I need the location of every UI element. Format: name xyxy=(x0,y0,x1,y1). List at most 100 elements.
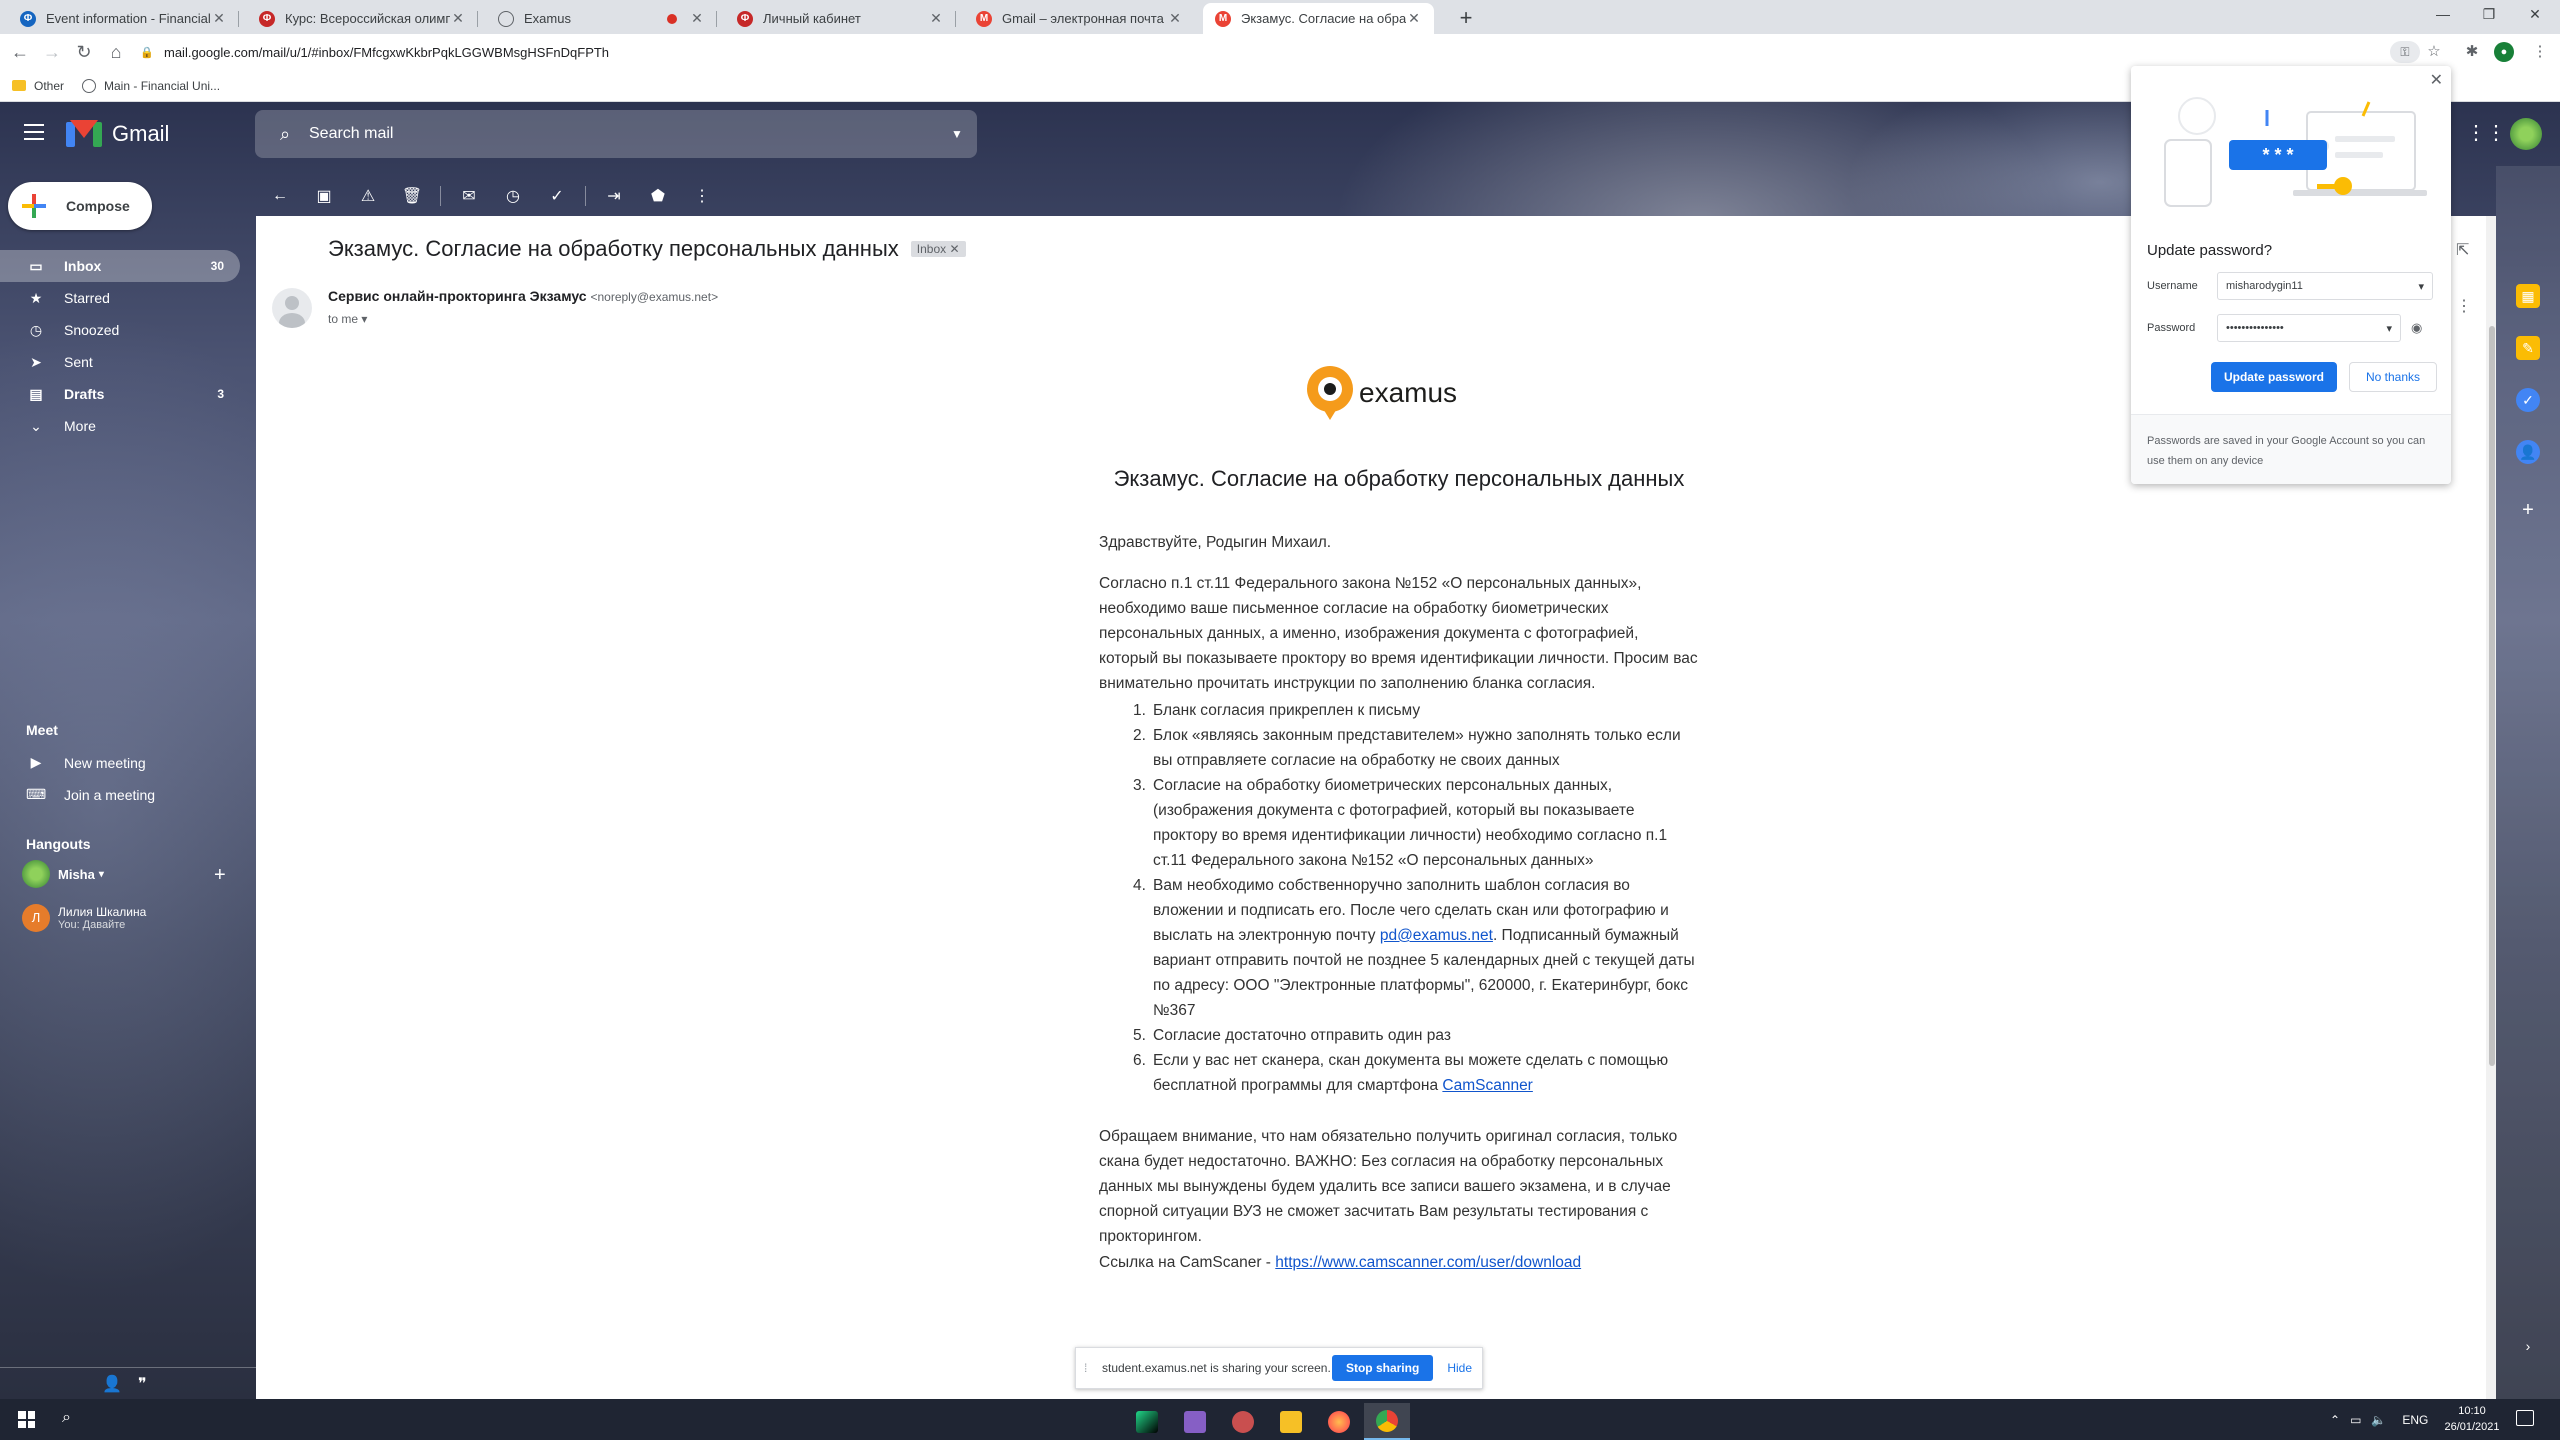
contacts-icon[interactable]: 👤 xyxy=(2516,440,2540,464)
label-icon[interactable]: ⬟ xyxy=(636,186,680,206)
menu-icon[interactable] xyxy=(24,124,44,145)
back-arrow-icon[interactable]: ← xyxy=(258,187,302,205)
apps-grid-icon[interactable]: ⋮⋮⋮ xyxy=(2466,120,2526,150)
minimize-button[interactable]: — xyxy=(2420,0,2466,28)
key-icon[interactable]: ⚿ xyxy=(2390,41,2420,63)
new-tab-button[interactable]: + xyxy=(1452,4,1480,32)
update-password-button[interactable]: Update password xyxy=(2211,362,2337,392)
keep-icon[interactable]: ✎ xyxy=(2516,336,2540,360)
eye-icon[interactable]: ◉ xyxy=(2411,320,2422,336)
sender-name[interactable]: Сервис онлайн-прокторинга Экзамус xyxy=(328,288,587,304)
archive-icon[interactable]: ▣ xyxy=(302,186,346,206)
join-meeting-button[interactable]: ⌨ Join a meeting xyxy=(26,786,155,803)
search-options-icon[interactable]: ▼ xyxy=(937,127,977,141)
extensions-icon[interactable]: ✱ xyxy=(2460,40,2484,64)
camscanner-link[interactable]: CamScanner xyxy=(1442,1077,1532,1094)
report-spam-icon[interactable]: ⚠ xyxy=(346,186,390,206)
nav-sent[interactable]: ➤ Sent xyxy=(0,346,240,378)
add-addon-icon[interactable]: + xyxy=(2516,498,2540,522)
close-icon[interactable]: ✕ xyxy=(1406,10,1422,27)
taskbar-clock[interactable]: 10:10 26/01/2021 xyxy=(2434,1403,2510,1435)
reload-icon[interactable]: ↻ xyxy=(70,38,98,66)
windows-start-icon[interactable] xyxy=(18,1411,35,1428)
search-input[interactable]: Search mail xyxy=(309,125,937,143)
browser-tab-active[interactable]: M Экзамус. Согласие на обработк ✕ xyxy=(1203,3,1434,34)
scrollbar-thumb[interactable] xyxy=(2489,326,2495,1066)
more-vert-icon[interactable]: ⋮ xyxy=(2456,296,2472,316)
browser-tab[interactable]: Ф Личный кабинет ✕ xyxy=(725,3,956,34)
no-thanks-button[interactable]: No thanks xyxy=(2349,362,2437,392)
close-window-button[interactable]: ✕ xyxy=(2512,0,2558,28)
close-icon[interactable]: ✕ xyxy=(949,242,959,256)
profile-avatar[interactable]: ● xyxy=(2494,42,2514,62)
hide-button[interactable]: Hide xyxy=(1447,1361,1472,1375)
email-link[interactable]: pd@examus.net xyxy=(1380,927,1493,944)
close-icon[interactable]: ✕ xyxy=(1167,10,1183,27)
close-icon[interactable]: ✕ xyxy=(2430,70,2443,90)
add-task-icon[interactable]: ✓ xyxy=(535,186,579,206)
delete-icon[interactable]: 🗑 xyxy=(390,186,434,206)
notifications-icon[interactable] xyxy=(2516,1410,2534,1426)
close-icon[interactable]: ✕ xyxy=(450,10,466,27)
nav-drafts[interactable]: ▤ Drafts 3 xyxy=(0,378,240,410)
mark-unread-icon[interactable]: ✉ xyxy=(447,186,491,206)
more-vert-icon[interactable]: ⋮ xyxy=(680,186,724,206)
close-icon[interactable]: ✕ xyxy=(928,10,944,27)
tasks-icon[interactable]: ✓ xyxy=(2516,388,2540,412)
username-select[interactable]: misharodygin11 ▾ xyxy=(2217,272,2433,300)
compose-button[interactable]: Compose xyxy=(8,182,152,230)
hangouts-chat-icon[interactable]: ❞ xyxy=(138,1374,147,1394)
star-icon[interactable]: ☆ xyxy=(2422,40,2446,64)
visual-studio-icon[interactable] xyxy=(1172,1403,1218,1440)
gmail-logo[interactable]: Gmail xyxy=(66,120,169,147)
nav-starred[interactable]: ★ Starred xyxy=(0,282,240,314)
browser-tab[interactable]: M Gmail – электронная почта от G ✕ xyxy=(964,3,1195,34)
chevron-down-icon[interactable]: ▾ xyxy=(361,312,367,326)
nav-snoozed[interactable]: ◷ Snoozed xyxy=(0,314,240,346)
more-vert-icon[interactable]: ⋮ xyxy=(2528,40,2552,64)
hangouts-user[interactable]: Misha ▾ xyxy=(22,860,104,888)
snooze-icon[interactable]: ◷ xyxy=(491,186,535,206)
camscanner-url-link[interactable]: https://www.camscanner.com/user/download xyxy=(1275,1254,1581,1271)
search-icon[interactable]: ⌕ xyxy=(265,124,305,145)
move-to-icon[interactable]: ⇥ xyxy=(592,186,636,206)
browser-tab[interactable]: Ф Курс: Всероссийская олимпиада ✕ xyxy=(247,3,478,34)
restore-button[interactable]: ❐ xyxy=(2466,0,2512,28)
add-contact-icon[interactable]: + xyxy=(214,864,226,887)
account-avatar[interactable] xyxy=(2510,118,2542,150)
file-explorer-icon[interactable] xyxy=(1268,1403,1314,1440)
nav-more[interactable]: ⌄ More xyxy=(0,410,240,442)
bookmark-other[interactable]: Other xyxy=(12,79,64,93)
inbox-label-chip[interactable]: Inbox ✕ xyxy=(910,241,966,257)
firefox-icon[interactable] xyxy=(1316,1403,1362,1440)
search-bar[interactable]: ⌕ Search mail ▼ xyxy=(255,110,977,158)
address-bar[interactable]: 🔒 mail.google.com/mail/u/1/#inbox/FMfcgx… xyxy=(140,38,2370,66)
close-icon[interactable]: ✕ xyxy=(689,10,705,27)
chevron-up-icon[interactable]: ⌃ xyxy=(2330,1413,2340,1427)
open-new-window-icon[interactable]: ⇱ xyxy=(2456,240,2469,260)
forward-icon[interactable]: → xyxy=(38,38,66,66)
browser-tab[interactable]: Examus ✕ xyxy=(486,3,717,34)
browser-tab[interactable]: Ф Event information - Financial Uni ✕ xyxy=(8,3,239,34)
network-icon[interactable]: ▭ xyxy=(2350,1413,2361,1427)
drag-handle-icon[interactable]: ⁞ xyxy=(1084,1361,1094,1375)
intro-paragraph: Согласно п.1 ст.11 Федерального закона №… xyxy=(1099,575,1698,692)
back-icon[interactable]: ← xyxy=(6,38,34,66)
password-select[interactable]: ••••••••••••••• ▾ xyxy=(2217,314,2401,342)
volume-icon[interactable]: 🔈 xyxy=(2371,1413,2386,1427)
language-indicator[interactable]: ENG xyxy=(2402,1413,2428,1427)
settings-app-icon[interactable] xyxy=(1220,1403,1266,1440)
person-icon[interactable]: 👤 xyxy=(102,1374,122,1394)
hangouts-contact[interactable]: Л Лилия Шкалина You: Давайте xyxy=(22,904,146,932)
new-meeting-button[interactable]: ▶ New meeting xyxy=(26,754,146,771)
pycharm-icon[interactable] xyxy=(1124,1403,1170,1440)
bookmark-main-financial[interactable]: Main - Financial Uni... xyxy=(82,78,220,93)
nav-inbox[interactable]: ▭ Inbox 30 xyxy=(0,250,240,282)
chrome-icon[interactable] xyxy=(1364,1403,1410,1440)
home-icon[interactable]: ⌂ xyxy=(102,38,130,66)
search-icon[interactable]: ⌕ xyxy=(62,1409,71,1427)
close-icon[interactable]: ✕ xyxy=(211,10,227,27)
chevron-right-icon[interactable]: › xyxy=(2516,1334,2540,1358)
calendar-icon[interactable]: ▦ xyxy=(2516,284,2540,308)
stop-sharing-button[interactable]: Stop sharing xyxy=(1331,1355,1434,1381)
